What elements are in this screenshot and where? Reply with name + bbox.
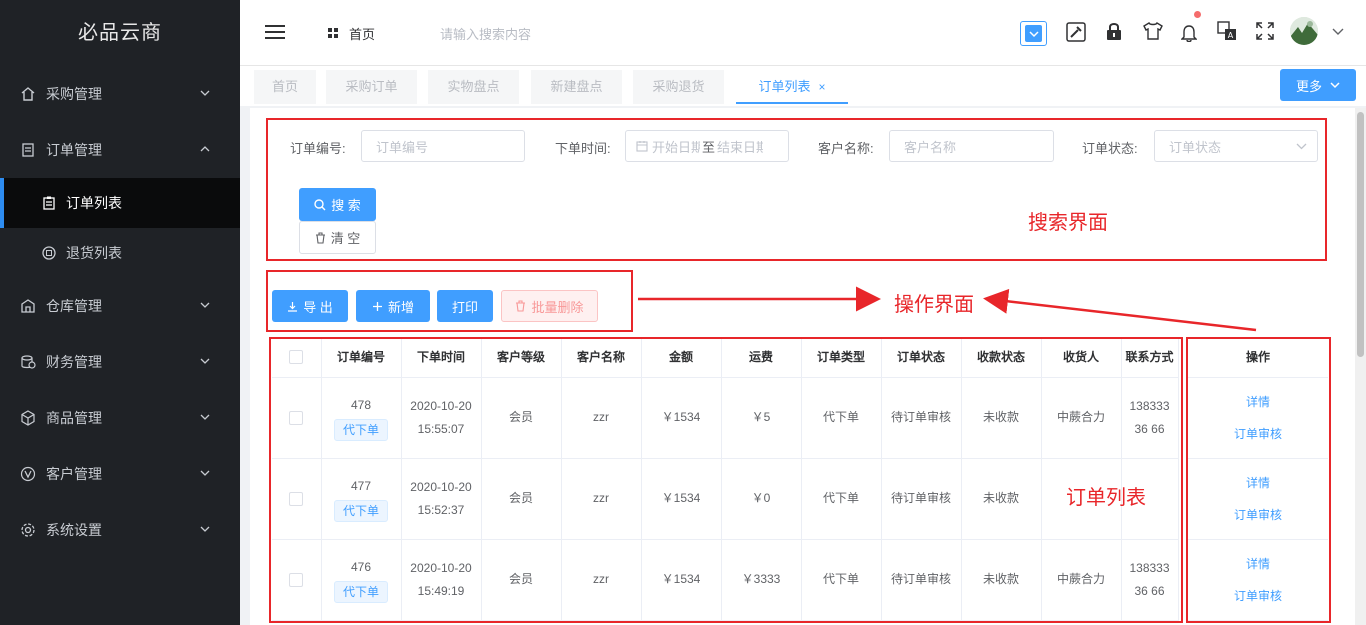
tab-home[interactable]: 首页	[254, 70, 316, 104]
breadcrumb-home[interactable]: 首页	[328, 24, 375, 43]
sidebar-item-label: 采购管理	[46, 86, 102, 102]
tab-physical-inventory[interactable]: 实物盘点	[428, 70, 519, 104]
annotation-box-search	[266, 118, 1327, 261]
avatar[interactable]	[1290, 17, 1318, 45]
sidebar-item-orders[interactable]: 订单管理	[0, 122, 240, 178]
sidebar-item-label: 仓库管理	[46, 298, 102, 314]
gear-icon	[20, 522, 36, 538]
annotation-label-list: 订单列表	[1066, 487, 1146, 509]
sidebar: 必品云商 采购管理 订单管理 订单列表 退货列表 仓库管理 财务管理 商品管理 …	[0, 0, 240, 625]
sidebar-item-label: 财务管理	[46, 354, 102, 370]
search-input[interactable]: 请输入搜索内容	[440, 24, 531, 43]
shirt-icon[interactable]	[1143, 22, 1163, 40]
annotation-label-actions: 操作界面	[894, 294, 974, 316]
sidebar-subitem-label: 退货列表	[66, 245, 122, 261]
chevron-down-icon	[200, 414, 210, 420]
annotation-box-actions	[266, 270, 633, 332]
sidebar-item-label: 订单管理	[46, 142, 102, 158]
sidebar-subitem-label: 订单列表	[66, 195, 122, 211]
annotation-box-list	[269, 337, 1183, 623]
sidebar-item-label: 客户管理	[46, 466, 102, 482]
tabs-bar: 首页 采购订单 实物盘点 新建盘点 采购退货 订单列表 × 更多	[240, 66, 1366, 106]
tab-purchase-returns[interactable]: 采购退货	[633, 70, 724, 104]
more-label: 更多	[1295, 78, 1322, 94]
annotation-label-search: 搜索界面	[1028, 212, 1108, 234]
chevron-down-icon[interactable]	[1332, 28, 1344, 36]
bell-icon[interactable]	[1181, 24, 1197, 42]
chevron-down-icon	[200, 302, 210, 308]
scrollbar-thumb[interactable]	[1357, 112, 1364, 357]
notification-badge	[1194, 11, 1201, 18]
sidebar-item-purchase[interactable]: 采购管理	[0, 66, 240, 122]
return-icon	[42, 246, 56, 260]
sidebar-item-label: 系统设置	[46, 522, 102, 538]
tab-label: 订单列表	[758, 79, 811, 94]
svg-text:A: A	[1228, 31, 1234, 40]
sidebar-subitem-order-list[interactable]: 订单列表	[0, 178, 240, 228]
fullscreen-icon[interactable]	[1256, 22, 1274, 40]
more-tabs-button[interactable]: 更多	[1280, 69, 1356, 101]
chevron-down-icon	[1025, 25, 1042, 42]
document-icon	[20, 142, 36, 158]
chevron-down-icon	[200, 526, 210, 532]
warehouse-icon	[20, 298, 36, 314]
chevron-down-icon	[200, 470, 210, 476]
top-bar: 首页 请输入搜索内容 A	[240, 0, 1366, 66]
sidebar-item-label: 商品管理	[46, 410, 102, 426]
house-icon	[20, 86, 36, 102]
tab-order-list[interactable]: 订单列表 ×	[736, 70, 848, 104]
hamburger-menu-icon[interactable]	[265, 24, 285, 40]
lock-icon[interactable]	[1106, 22, 1122, 41]
box-icon	[20, 410, 36, 426]
sidebar-item-finance[interactable]: 财务管理	[0, 334, 240, 390]
breadcrumb-label: 首页	[349, 27, 376, 42]
chevron-down-icon	[1330, 81, 1340, 88]
clipboard-icon	[42, 196, 56, 210]
brand-logo: 必品云商	[78, 22, 162, 44]
sidebar-item-customers[interactable]: 客户管理	[0, 446, 240, 502]
close-icon[interactable]: ×	[819, 80, 826, 94]
tool-icon[interactable]	[1066, 22, 1086, 42]
sidebar-item-settings[interactable]: 系统设置	[0, 502, 240, 558]
theme-select[interactable]	[1020, 21, 1047, 46]
sidebar-item-warehouse[interactable]: 仓库管理	[0, 278, 240, 334]
chevron-down-icon	[200, 90, 210, 96]
customer-icon	[20, 466, 36, 482]
sidebar-subitem-return-list[interactable]: 退货列表	[0, 228, 240, 278]
translate-icon[interactable]: A	[1217, 21, 1237, 41]
coins-icon	[20, 354, 36, 370]
chevron-down-icon	[200, 358, 210, 364]
tab-new-inventory[interactable]: 新建盘点	[531, 70, 622, 104]
chevron-up-icon	[200, 146, 210, 152]
tab-purchase-orders[interactable]: 采购订单	[326, 70, 417, 104]
grid-icon	[328, 28, 338, 38]
annotation-box-operations	[1186, 337, 1331, 623]
sidebar-item-products[interactable]: 商品管理	[0, 390, 240, 446]
